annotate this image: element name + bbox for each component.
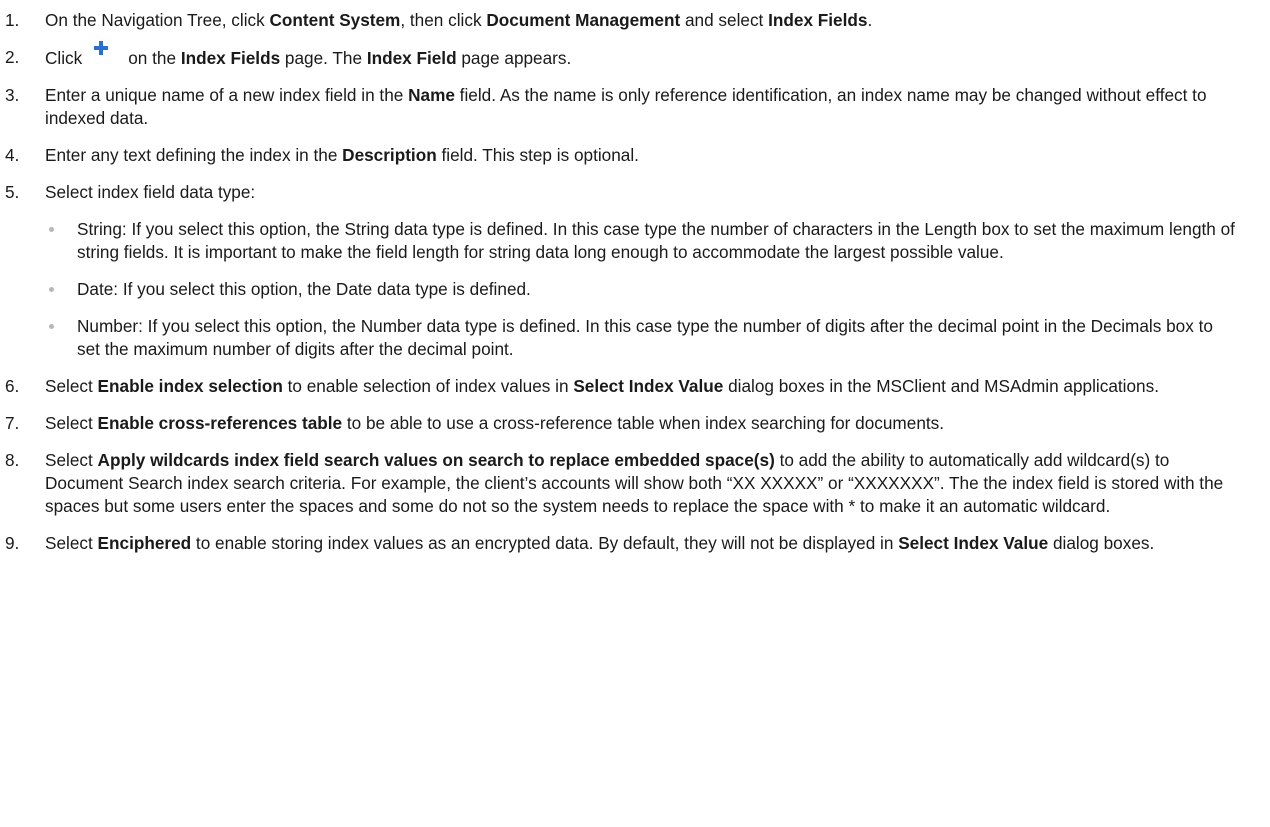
step-text: Select [45, 533, 98, 553]
step-text: and select [680, 10, 769, 30]
ui-term: Document Management [486, 10, 681, 30]
step-text: Select [45, 376, 98, 396]
step-text: field. This step is optional. [436, 145, 639, 165]
ui-term: Index Fields [180, 48, 281, 68]
bullet-text: Number: If you select this option, the N… [77, 316, 1213, 359]
step-number: 8. [5, 450, 20, 470]
bullet-dot [49, 287, 54, 292]
step-number: 1. [5, 10, 20, 30]
procedure-list: 1. On the Navigation Tree, click Content… [0, 9, 1270, 555]
plus-icon [86, 41, 120, 70]
bullet-dot [49, 324, 54, 329]
step-text: dialog boxes in the MSClient and MSAdmin… [723, 376, 1159, 396]
step-number: 6. [5, 376, 20, 396]
step-9: 9. Select Enciphered to enable storing i… [0, 532, 1270, 555]
ui-term: Enable cross-references table [97, 413, 343, 433]
ui-term: Select Index Value [898, 533, 1049, 553]
step-number: 3. [5, 85, 20, 105]
step-6: 6. Select Enable index selection to enab… [0, 375, 1270, 398]
step-5: 5. Select index field data type: [0, 181, 1270, 204]
step-number: 5. [5, 182, 20, 202]
step-text: page. The [280, 48, 367, 68]
step-text: Enter any text defining the index in the [45, 145, 343, 165]
step-7: 7. Select Enable cross-references table … [0, 412, 1270, 435]
step-text: page appears. [456, 48, 572, 68]
step-text: Select index field data type: [45, 182, 256, 202]
ui-term: Enciphered [97, 533, 192, 553]
ui-term: Index Field [366, 48, 457, 68]
step-number: 2. [5, 47, 20, 67]
step-2: 2. Click on the Index Fields page. The In… [0, 41, 1270, 70]
step-text: Select [45, 413, 98, 433]
bullet-item-number: Number: If you select this option, the N… [0, 315, 1270, 361]
step-text: on the [128, 48, 181, 68]
bullet-text: Date: If you select this option, the Dat… [77, 279, 531, 299]
step-text: On the Navigation Tree, click [45, 10, 270, 30]
ui-term: Apply wildcards index field search value… [97, 450, 775, 470]
step-text: to be able to use a cross-reference tabl… [342, 413, 945, 433]
step-text: to enable selection of index values in [282, 376, 574, 396]
step-8: 8. Select Apply wildcards index field se… [0, 449, 1270, 518]
ui-term: Name [408, 85, 455, 105]
step-text: to enable storing index values as an enc… [191, 533, 899, 553]
bullet-item-string: String: If you select this option, the S… [0, 218, 1270, 264]
bullet-item-date: Date: If you select this option, the Dat… [0, 278, 1270, 301]
ui-term: Content System [269, 10, 401, 30]
ui-term: Description [342, 145, 437, 165]
bullet-text: String: If you select this option, the S… [77, 219, 1235, 262]
step-1: 1. On the Navigation Tree, click Content… [0, 9, 1270, 32]
step-text: Click [45, 48, 83, 68]
bullet-dot [49, 227, 54, 232]
step-number: 4. [5, 145, 20, 165]
ui-term: Index Fields [768, 10, 868, 30]
step-text: Select [45, 450, 98, 470]
step-text: Enter a unique name of a new index field… [45, 85, 409, 105]
step-text: . [867, 10, 873, 30]
step-text: , then click [400, 10, 487, 30]
step-text: dialog boxes. [1048, 533, 1155, 553]
step-3: 3. Enter a unique name of a new index fi… [0, 84, 1270, 130]
step-number: 7. [5, 413, 20, 433]
ui-term: Enable index selection [97, 376, 283, 396]
ui-term: Select Index Value [573, 376, 724, 396]
step-number: 9. [5, 533, 20, 553]
step-4: 4. Enter any text defining the index in … [0, 144, 1270, 167]
